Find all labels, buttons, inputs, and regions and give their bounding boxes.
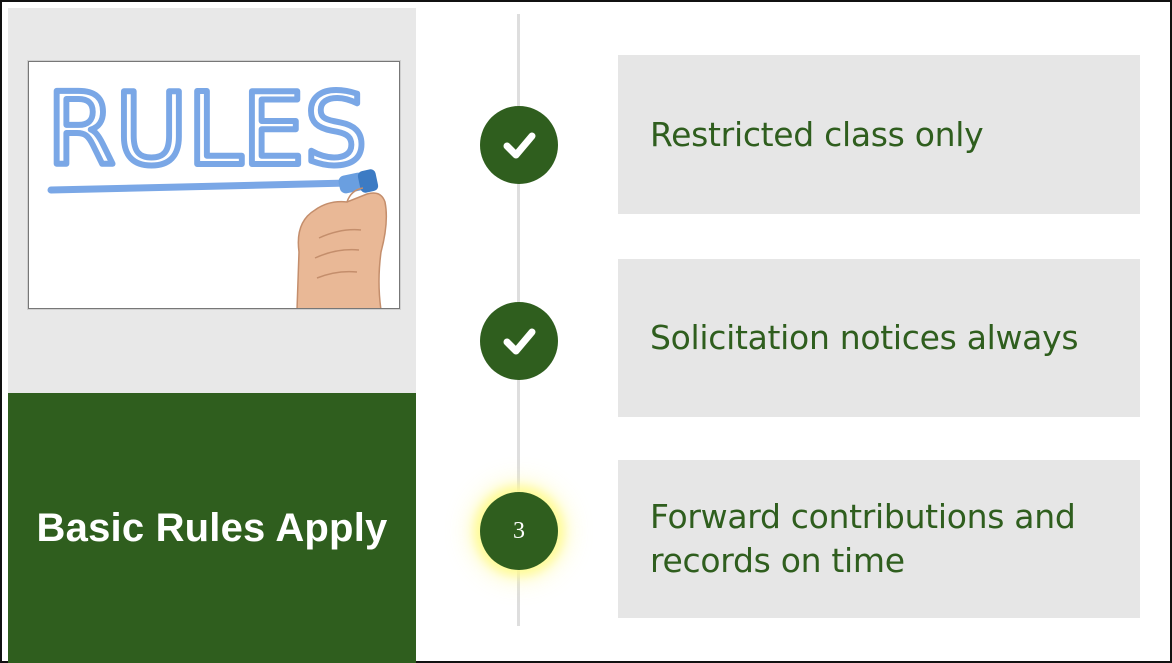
check-icon <box>503 132 536 159</box>
step-2-label: Solicitation notices always <box>650 318 1079 357</box>
check-icon <box>503 328 536 355</box>
slide-title: Basic Rules Apply <box>36 505 388 550</box>
step-3-marker: 3 <box>480 492 558 570</box>
step-2-marker <box>480 302 558 380</box>
step-1-card: Restricted class only <box>618 55 1140 214</box>
rules-illustration: RULES <box>28 61 400 309</box>
title-panel: Basic Rules Apply <box>8 393 416 663</box>
step-2-card: Solicitation notices always <box>618 259 1140 417</box>
step-1-marker <box>480 106 558 184</box>
rules-handwriting-icon: RULES <box>44 68 388 308</box>
step-3-number: 3 <box>513 517 525 544</box>
step-3-label: Forward contributions and records on tim… <box>650 497 1076 580</box>
rules-word: RULES <box>47 71 367 188</box>
step-1-label: Restricted class only <box>650 114 984 154</box>
slide-frame: RULES Basic Rules Apply Restricted class… <box>0 0 1172 663</box>
step-3-card: Forward contributions and records on tim… <box>618 460 1140 618</box>
